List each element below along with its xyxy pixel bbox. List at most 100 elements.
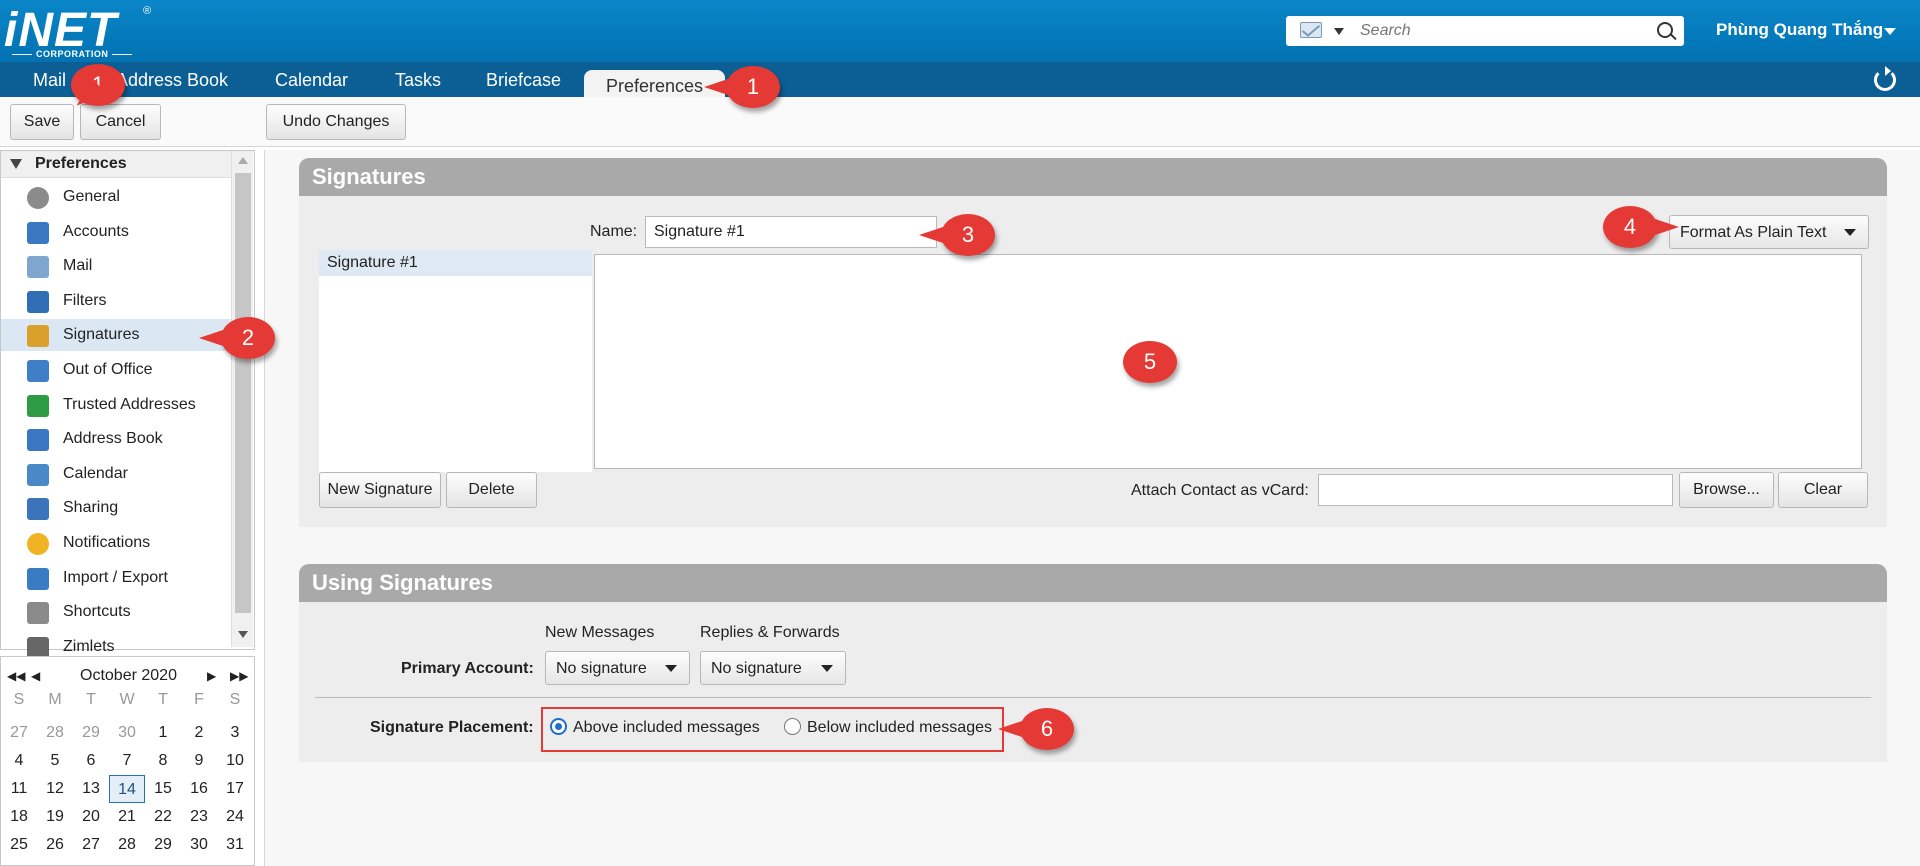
sidebar-item-out-of-office[interactable]: Out of Office [1, 354, 233, 386]
sidebar-item-address-book[interactable]: Address Book [1, 423, 233, 455]
calendar-day[interactable]: 12 [37, 775, 73, 803]
tab-calendar[interactable]: Calendar [275, 70, 348, 91]
calendar-day[interactable]: 6 [181, 859, 217, 866]
calendar-day[interactable]: 1 [145, 719, 181, 747]
calendar-day[interactable]: 7 [217, 859, 253, 866]
cancel-button[interactable]: Cancel [80, 104, 161, 140]
calendar-day[interactable]: 27 [1, 719, 37, 747]
calendar-day[interactable]: 3 [217, 719, 253, 747]
inet-logo[interactable]: iNET ® CORPORATION [4, 3, 154, 61]
sidebar-item-mail[interactable]: Mail [1, 250, 233, 282]
calendar-day[interactable]: 14 [109, 775, 145, 803]
vcard-label: Attach Contact as vCard: [1131, 482, 1309, 499]
annotation-callout: 1 [70, 64, 125, 114]
delete-signature-button[interactable]: Delete [446, 472, 537, 508]
sidebar-item-filters[interactable]: Filters [1, 285, 233, 317]
new-messages-signature-select[interactable]: No signature [545, 651, 690, 685]
calendar-day[interactable]: 15 [145, 775, 181, 803]
calendar-day[interactable]: 7 [109, 747, 145, 775]
refresh-icon[interactable] [1874, 66, 1896, 91]
sidebar-item-label: Calendar [63, 464, 128, 482]
vcard-input[interactable] [1318, 474, 1673, 506]
scrollbar-thumb[interactable] [235, 173, 251, 613]
sidebar-item-accounts[interactable]: Accounts [1, 216, 233, 248]
calendar-day[interactable]: 29 [73, 719, 109, 747]
calendar-day[interactable]: 23 [181, 803, 217, 831]
calendar-day[interactable]: 31 [217, 831, 253, 859]
clear-button[interactable]: Clear [1778, 472, 1868, 508]
calendar-day[interactable]: 18 [1, 803, 37, 831]
calendar-day[interactable]: 11 [1, 775, 37, 803]
mail-search-scope-icon[interactable] [1300, 22, 1322, 38]
signature-editor[interactable] [594, 254, 1862, 469]
calendar-day[interactable]: 4 [109, 859, 145, 866]
search-icon[interactable] [1657, 22, 1673, 38]
signature-list-item[interactable]: Signature #1 [319, 250, 592, 276]
calendar-day[interactable]: 19 [37, 803, 73, 831]
annotation-callout: 6 [998, 708, 1074, 750]
calendar-day[interactable]: 16 [181, 775, 217, 803]
calendar-day[interactable]: 5 [145, 859, 181, 866]
next-year-icon[interactable]: ▶▶ [230, 669, 248, 683]
replies-signature-select[interactable]: No signature [700, 651, 846, 685]
user-menu[interactable]: Phùng Quang Thắng [1716, 20, 1896, 44]
sidebar-item-trusted-addresses[interactable]: Trusted Addresses [1, 389, 233, 421]
tab-tasks[interactable]: Tasks [395, 70, 441, 91]
gear-icon [27, 187, 49, 209]
save-button[interactable]: Save [10, 104, 74, 140]
calendar-day[interactable]: 10 [217, 747, 253, 775]
calendar-day[interactable]: 6 [73, 747, 109, 775]
calendar-day[interactable]: 2 [37, 859, 73, 866]
calendar-day[interactable]: 20 [73, 803, 109, 831]
calendar-day[interactable]: 28 [37, 719, 73, 747]
calendar-day[interactable]: 1 [1, 859, 37, 866]
scroll-down-icon[interactable] [238, 631, 248, 638]
logo-tagline: CORPORATION [8, 49, 136, 59]
sidebar-item-label: Out of Office [63, 361, 153, 378]
calendar-day[interactable]: 26 [37, 831, 73, 859]
chevron-down-icon[interactable] [1334, 28, 1344, 35]
calendar-day[interactable]: 8 [145, 747, 181, 775]
calendar-day[interactable]: 5 [37, 747, 73, 775]
tab-address-book[interactable]: Address Book [116, 70, 228, 91]
sidebar-item-label: Shortcuts [63, 603, 131, 621]
preferences-tree-header[interactable]: Preferences [1, 151, 231, 178]
undo-changes-button[interactable]: Undo Changes [266, 104, 406, 140]
sidebar-item-import-export[interactable]: Import / Export [1, 562, 233, 594]
calendar-day[interactable]: 24 [217, 803, 253, 831]
calendar-day[interactable]: 28 [109, 831, 145, 859]
sharing-icon [27, 498, 49, 521]
calendar-day[interactable]: 29 [145, 831, 181, 859]
calendar-day[interactable]: 30 [109, 719, 145, 747]
browse-button[interactable]: Browse... [1679, 472, 1774, 508]
calendar-day[interactable]: 3 [73, 859, 109, 866]
keyboard-icon [27, 602, 49, 625]
scroll-up-icon[interactable] [238, 157, 248, 164]
calendar-day[interactable]: 13 [73, 775, 109, 803]
sidebar-item-sharing[interactable]: Sharing [1, 492, 233, 524]
next-month-icon[interactable]: ▶ [207, 669, 216, 683]
user-menu-chevron-icon[interactable] [1884, 28, 1896, 35]
sidebar-item-notifications[interactable]: Notifications [1, 527, 233, 559]
calendar-day[interactable]: 17 [217, 775, 253, 803]
calendar-day[interactable]: 21 [109, 803, 145, 831]
search-input[interactable] [1360, 20, 1640, 42]
tab-mail[interactable]: Mail [33, 70, 66, 91]
calendar-day[interactable]: 22 [145, 803, 181, 831]
sidebar-item-calendar[interactable]: Calendar [1, 458, 233, 490]
calendar-day[interactable]: 4 [1, 747, 37, 775]
sidebar-item-general[interactable]: General [1, 181, 233, 213]
calendar-day[interactable]: 30 [181, 831, 217, 859]
signature-name-input[interactable]: Signature #1 [645, 216, 937, 248]
calendar-day[interactable]: 9 [181, 747, 217, 775]
calendar-day[interactable]: 27 [73, 831, 109, 859]
format-dropdown[interactable]: Format As Plain Text [1669, 215, 1869, 249]
calendar-day[interactable]: 2 [181, 719, 217, 747]
chevron-down-icon [821, 665, 833, 672]
collapse-triangle-icon[interactable] [10, 159, 22, 169]
calendar-day[interactable]: 25 [1, 831, 37, 859]
sidebar-item-shortcuts[interactable]: Shortcuts [1, 596, 233, 628]
new-signature-button[interactable]: New Signature [319, 472, 441, 508]
sidebar-scrollbar[interactable] [231, 151, 253, 647]
tab-briefcase[interactable]: Briefcase [486, 70, 561, 91]
